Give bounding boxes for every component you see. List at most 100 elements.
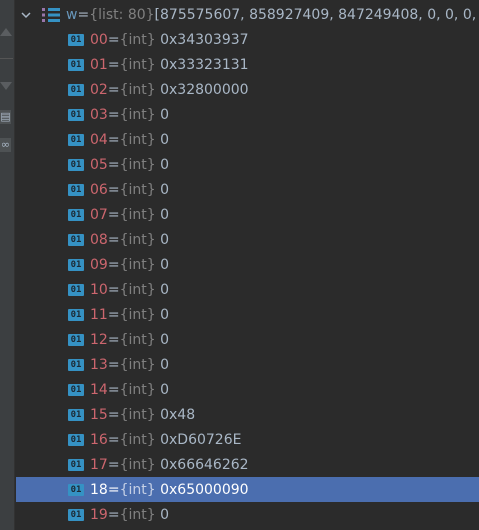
list-item[interactable]: 01 18 = {int} 0x65000090 — [16, 477, 479, 502]
item-index: 03 — [90, 106, 108, 123]
list-item[interactable]: 01 07 = {int} 0 — [16, 202, 479, 227]
list-item[interactable]: 01 13 = {int} 0 — [16, 352, 479, 377]
variable-node-w[interactable]: w = {list: 80} [875575607, 858927409, 84… — [14, 2, 479, 27]
list-icon — [42, 7, 60, 22]
item-value: 0 — [160, 306, 170, 323]
down-arrow-icon[interactable] — [0, 82, 12, 90]
item-index: 00 — [90, 31, 108, 48]
item-value: 0 — [160, 131, 170, 148]
item-value: 0 — [160, 256, 170, 273]
list-item[interactable]: 01 01 = {int} 0x33323131 — [16, 52, 479, 77]
list-item[interactable]: 01 10 = {int} 0 — [16, 277, 479, 302]
equals-sign: = — [107, 506, 120, 523]
item-type: {int} — [119, 306, 156, 323]
list-item[interactable]: 01 17 = {int} 0x66646262 — [16, 452, 479, 477]
item-type: {int} — [119, 356, 156, 373]
list-item[interactable]: 01 00 = {int} 0x34303937 — [16, 27, 479, 52]
equals-sign: = — [107, 381, 120, 398]
equals-sign: = — [107, 331, 120, 348]
int-type-icon: 01 — [68, 58, 84, 71]
int-type-icon: 01 — [68, 308, 84, 321]
equals-sign: = — [107, 256, 120, 273]
list-elements: 01 00 = {int} 0x34303937 01 01 = {int} 0x33… — [16, 27, 479, 527]
item-type: {int} — [119, 481, 156, 498]
list-item[interactable]: 01 09 = {int} 0 — [16, 252, 479, 277]
int-type-icon: 01 — [68, 483, 84, 496]
clipboard-icon[interactable]: ▤ — [0, 110, 11, 124]
list-item[interactable]: 01 08 = {int} 0 — [16, 227, 479, 252]
list-item[interactable]: 01 04 = {int} 0 — [16, 127, 479, 152]
item-index: 12 — [90, 331, 108, 348]
item-index: 19 — [90, 506, 108, 523]
item-type: {int} — [119, 181, 156, 198]
item-index: 02 — [90, 81, 108, 98]
equals-sign: = — [107, 356, 120, 373]
item-type: {int} — [119, 331, 156, 348]
item-type: {int} — [119, 81, 156, 98]
equals-sign: = — [107, 56, 120, 73]
list-item[interactable]: 01 06 = {int} 0 — [16, 177, 479, 202]
left-toolbar-strip: ▤ ∞ — [0, 0, 15, 530]
item-index: 09 — [90, 256, 108, 273]
item-value: 0 — [160, 381, 170, 398]
equals-sign: = — [107, 306, 120, 323]
equals-sign: = — [107, 406, 120, 423]
list-item[interactable]: 01 15 = {int} 0x48 — [16, 402, 479, 427]
int-type-icon: 01 — [68, 233, 84, 246]
item-value: 0x32800000 — [160, 81, 249, 98]
item-type: {int} — [119, 281, 156, 298]
int-type-icon: 01 — [68, 158, 84, 171]
item-value: 0x65000090 — [160, 481, 249, 498]
item-type: {int} — [119, 256, 156, 273]
list-item[interactable]: 01 16 = {int} 0xD60726E — [16, 427, 479, 452]
item-type: {int} — [119, 456, 156, 473]
equals-sign: = — [107, 231, 120, 248]
equals-sign: = — [107, 431, 120, 448]
item-index: 04 — [90, 131, 108, 148]
item-index: 11 — [90, 306, 108, 323]
equals-sign: = — [107, 181, 120, 198]
item-value: 0 — [160, 231, 170, 248]
item-type: {int} — [119, 406, 156, 423]
item-type: {int} — [119, 506, 156, 523]
debugger-variables-panel: ▤ ∞ w = {list: 80} [875575607, 858927409… — [0, 0, 479, 530]
int-type-icon: 01 — [68, 458, 84, 471]
int-type-icon: 01 — [68, 133, 84, 146]
item-type: {int} — [119, 381, 156, 398]
int-type-icon: 01 — [68, 408, 84, 421]
item-index: 14 — [90, 381, 108, 398]
item-value: 0 — [160, 106, 170, 123]
int-type-icon: 01 — [68, 433, 84, 446]
int-type-icon: 01 — [68, 208, 84, 221]
variable-name: w — [66, 6, 78, 23]
item-index: 08 — [90, 231, 108, 248]
list-item[interactable]: 01 12 = {int} 0 — [16, 327, 479, 352]
int-type-icon: 01 — [68, 108, 84, 121]
int-type-icon: 01 — [68, 33, 84, 46]
item-type: {int} — [119, 206, 156, 223]
list-item[interactable]: 01 02 = {int} 0x32800000 — [16, 77, 479, 102]
item-index: 05 — [90, 156, 108, 173]
item-index: 06 — [90, 181, 108, 198]
up-arrow-icon[interactable] — [0, 28, 12, 36]
equals-sign: = — [107, 131, 120, 148]
list-item[interactable]: 01 11 = {int} 0 — [16, 302, 479, 327]
item-value: 0 — [160, 281, 170, 298]
item-type: {int} — [119, 431, 156, 448]
item-index: 15 — [90, 406, 108, 423]
equals-sign: = — [107, 456, 120, 473]
list-item[interactable]: 01 05 = {int} 0 — [16, 152, 479, 177]
chevron-down-icon[interactable] — [14, 2, 38, 27]
item-value: 0 — [160, 331, 170, 348]
equals-sign: = — [77, 6, 90, 23]
list-item[interactable]: 01 19 = {int} 0 — [16, 502, 479, 527]
equals-sign: = — [107, 206, 120, 223]
int-type-icon: 01 — [68, 333, 84, 346]
item-value: 0x48 — [160, 406, 196, 423]
glasses-icon[interactable]: ∞ — [0, 138, 11, 152]
list-item[interactable]: 01 14 = {int} 0 — [16, 377, 479, 402]
item-value: 0 — [160, 356, 170, 373]
item-value: 0x66646262 — [160, 456, 249, 473]
item-index: 01 — [90, 56, 108, 73]
list-item[interactable]: 01 03 = {int} 0 — [16, 102, 479, 127]
